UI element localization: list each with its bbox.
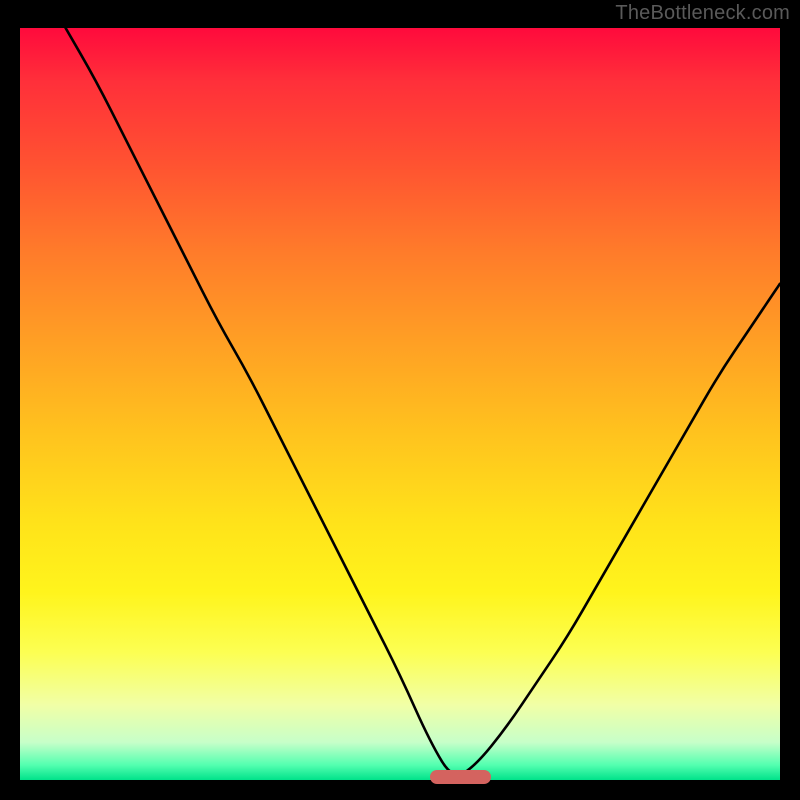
bottleneck-curve	[20, 28, 780, 780]
optimal-range-marker	[430, 770, 491, 784]
chart-frame: TheBottleneck.com	[0, 0, 800, 800]
attribution-label: TheBottleneck.com	[615, 2, 790, 25]
plot-area	[20, 28, 780, 780]
